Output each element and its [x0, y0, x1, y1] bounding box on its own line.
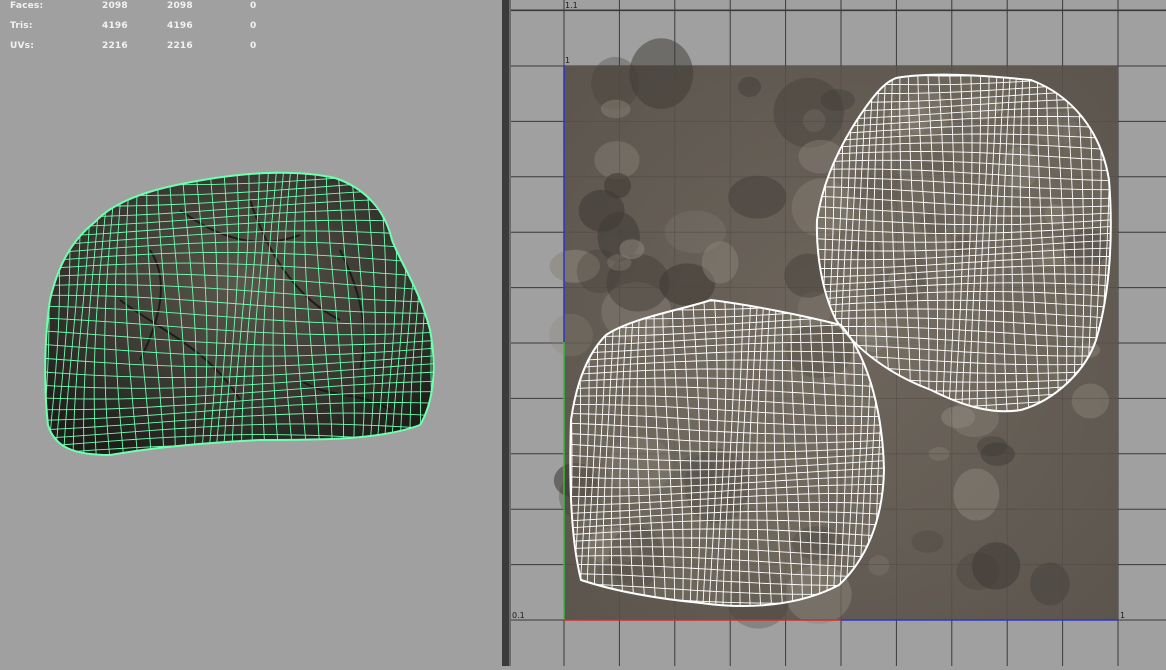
uv-label-right: 1 — [1120, 611, 1125, 620]
uv-shell-b[interactable] — [566, 294, 894, 622]
viewport-3d[interactable]: Faces: 2098 2098 0 Tris: 4196 4196 0 UVs… — [0, 0, 502, 666]
uv-label-top: 1.1 — [565, 1, 578, 10]
uv-canvas[interactable]: 1.1 1 0.1 1 — [508, 0, 1166, 666]
uv-editor[interactable]: 1.1 1 0.1 1 — [508, 0, 1166, 666]
viewport-splitter[interactable] — [502, 0, 511, 666]
uv-label-origin: 0.1 — [512, 611, 525, 620]
rock-mesh-render[interactable] — [0, 0, 502, 666]
uv-label-top-axis: 1 — [565, 56, 570, 65]
